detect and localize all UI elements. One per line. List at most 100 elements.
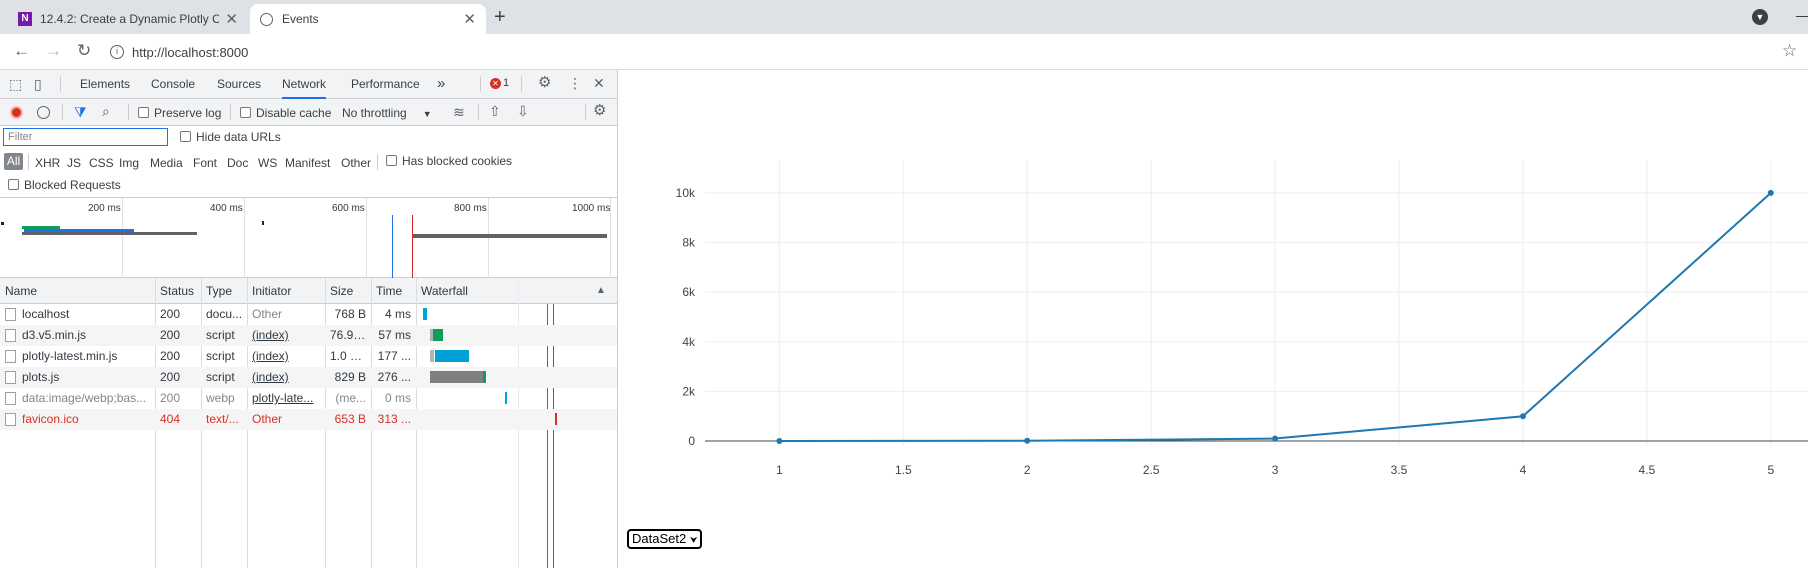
col-header-waterfall[interactable]: Waterfall [416, 278, 617, 304]
minimize-icon[interactable] [1796, 16, 1808, 17]
network-conditions-icon[interactable]: ≋ [453, 105, 465, 119]
back-icon[interactable]: ← [13, 42, 30, 60]
info-icon[interactable]: i [110, 45, 124, 59]
col-header-status[interactable]: Status [155, 278, 201, 304]
cell-initiator: Other [252, 412, 283, 426]
disable-cache-checkbox[interactable]: Disable cache [240, 106, 331, 120]
url-field[interactable]: i http://localhost:8000 [110, 40, 1770, 64]
table-row[interactable]: plots.js 200 script (index) 829 B 276 ... [0, 367, 617, 388]
error-icon: ✕ [490, 78, 501, 89]
cell-time: 4 ms [384, 307, 411, 321]
cell-status: 404 [160, 412, 181, 426]
table-row[interactable]: data:image/webp;bas... 200 webp plotly-late… [0, 388, 617, 409]
device-toolbar-icon[interactable]: ▯ [34, 77, 42, 91]
type-filter-font[interactable]: Font [193, 156, 217, 170]
data-point[interactable] [1767, 189, 1774, 196]
col-header-type[interactable]: Type [201, 278, 247, 304]
network-overview[interactable]: 200 ms 400 ms 600 ms 800 ms 1000 ms [0, 198, 617, 278]
filter-funnel-icon[interactable]: ⧩ [74, 105, 87, 119]
tab-performance[interactable]: Performance [351, 70, 420, 98]
throttling-select[interactable]: No throttling ▼ [342, 106, 432, 120]
type-filter-xhr[interactable]: XHR [35, 156, 60, 170]
new-tab-button[interactable]: + [494, 6, 506, 29]
col-header-time[interactable]: Time [371, 278, 416, 304]
disable-cache-label: Disable cache [256, 106, 332, 120]
type-filter-doc[interactable]: Doc [227, 156, 248, 170]
chevron-down-icon: ⮟ [689, 535, 698, 545]
browser-tab-events[interactable]: Events ✕ [250, 4, 486, 34]
data-point[interactable] [1519, 413, 1526, 420]
cell-time: 177 ... [377, 349, 411, 363]
type-filter-css[interactable]: CSS [89, 156, 114, 170]
overview-tick-label: 1000 ms [572, 203, 611, 214]
sort-arrow-icon[interactable]: ▲ [596, 285, 606, 296]
cell-initiator[interactable]: plotly-late... [247, 388, 325, 409]
overview-tick-label: 600 ms [332, 203, 365, 214]
col-header-initiator[interactable]: Initiator [247, 278, 325, 304]
tab-network[interactable]: Network [282, 70, 327, 99]
table-row[interactable]: favicon.ico 404 text/... Other 653 B 313 ... [0, 409, 617, 430]
file-icon [5, 371, 16, 384]
error-badge[interactable]: ✕ 1 [490, 77, 509, 89]
request-name: plotly-latest.min.js [22, 349, 118, 363]
preserve-log-checkbox[interactable]: Preserve log [138, 106, 221, 120]
reload-icon[interactable]: ↻ [77, 42, 91, 60]
table-row[interactable]: d3.v5.min.js 200 script (index) 76.9 ... 57 m… [0, 325, 617, 346]
blocked-requests-checkbox[interactable]: Blocked Requests [8, 178, 121, 192]
type-filter-all[interactable]: All [4, 153, 23, 170]
type-filter-ws[interactable]: WS [258, 156, 277, 170]
cell-initiator[interactable]: (index) [247, 346, 325, 367]
tab-search-icon[interactable]: ▼ [1752, 9, 1768, 25]
overview-tick-label: 400 ms [210, 203, 243, 214]
close-tab-icon[interactable]: ✕ [463, 10, 476, 28]
has-blocked-cookies-checkbox[interactable]: Has blocked cookies [386, 154, 512, 168]
network-settings-gear-icon[interactable]: ⚙ [593, 103, 606, 118]
close-tab-icon[interactable]: ✕ [225, 10, 238, 28]
data-point[interactable] [1272, 435, 1279, 442]
type-filter-img[interactable]: Img [119, 156, 139, 170]
x-tick-label: 4 [1520, 463, 1527, 477]
cell-initiator[interactable]: (index) [247, 367, 325, 388]
kebab-menu-icon[interactable]: ⋮ [568, 76, 582, 90]
browser-tab-onenote[interactable]: N 12.4.2: Create a Dynamic Plotly C ✕ [8, 4, 248, 34]
clear-icon[interactable] [37, 106, 50, 119]
hide-data-urls-checkbox[interactable]: Hide data URLs [180, 130, 281, 144]
inspect-element-icon[interactable]: ⬚ [9, 77, 22, 91]
search-icon[interactable]: ⌕ [102, 104, 110, 118]
table-row[interactable]: localhost 200 docu... Other 768 B 4 ms [0, 304, 617, 325]
cell-size: 653 B [334, 412, 366, 426]
line-chart[interactable]: 1 1.5 2 2.5 3 3.5 4 4.5 5 0 2k 4k 6k 8k 10k [619, 70, 1808, 510]
request-name: data:image/webp;bas... [22, 391, 147, 405]
col-header-size[interactable]: Size [325, 278, 371, 304]
type-filter-js[interactable]: JS [67, 156, 81, 170]
x-tick-label: 3.5 [1391, 463, 1408, 477]
cell-time: 313 ... [377, 412, 411, 426]
type-filter-manifest[interactable]: Manifest [285, 156, 330, 170]
type-filter-other[interactable]: Other [341, 156, 371, 170]
record-icon[interactable] [10, 106, 23, 119]
type-filter-media[interactable]: Media [150, 156, 183, 170]
export-har-icon[interactable]: ⇩ [517, 104, 529, 118]
tab-sources[interactable]: Sources [217, 70, 261, 98]
more-tabs-icon[interactable]: » [437, 70, 445, 98]
tab-console[interactable]: Console [151, 70, 195, 98]
data-point[interactable] [1024, 437, 1031, 444]
table-row[interactable]: plotly-latest.min.js 200 script (index) 1.0 … [0, 346, 617, 367]
filter-input[interactable]: Filter [3, 128, 168, 146]
y-tick-label: 8k [682, 236, 696, 250]
settings-gear-icon[interactable]: ⚙ [538, 75, 551, 90]
x-tick-label: 1 [776, 463, 783, 477]
file-icon [5, 308, 16, 321]
import-har-icon[interactable]: ⇧ [489, 104, 501, 118]
dataset-select[interactable]: DataSet2 ⮟ [627, 529, 703, 549]
close-devtools-icon[interactable]: ✕ [593, 76, 605, 90]
cell-size: 768 B [334, 307, 366, 321]
col-header-name[interactable]: Name [0, 278, 155, 304]
forward-icon[interactable]: → [45, 42, 62, 60]
tab-elements[interactable]: Elements [80, 70, 130, 98]
cell-initiator[interactable]: (index) [247, 325, 325, 346]
cell-size: 1.0 MB [330, 349, 369, 363]
cell-type: script [206, 349, 235, 363]
bookmark-star-icon[interactable]: ☆ [1782, 41, 1797, 61]
data-point[interactable] [776, 438, 783, 445]
